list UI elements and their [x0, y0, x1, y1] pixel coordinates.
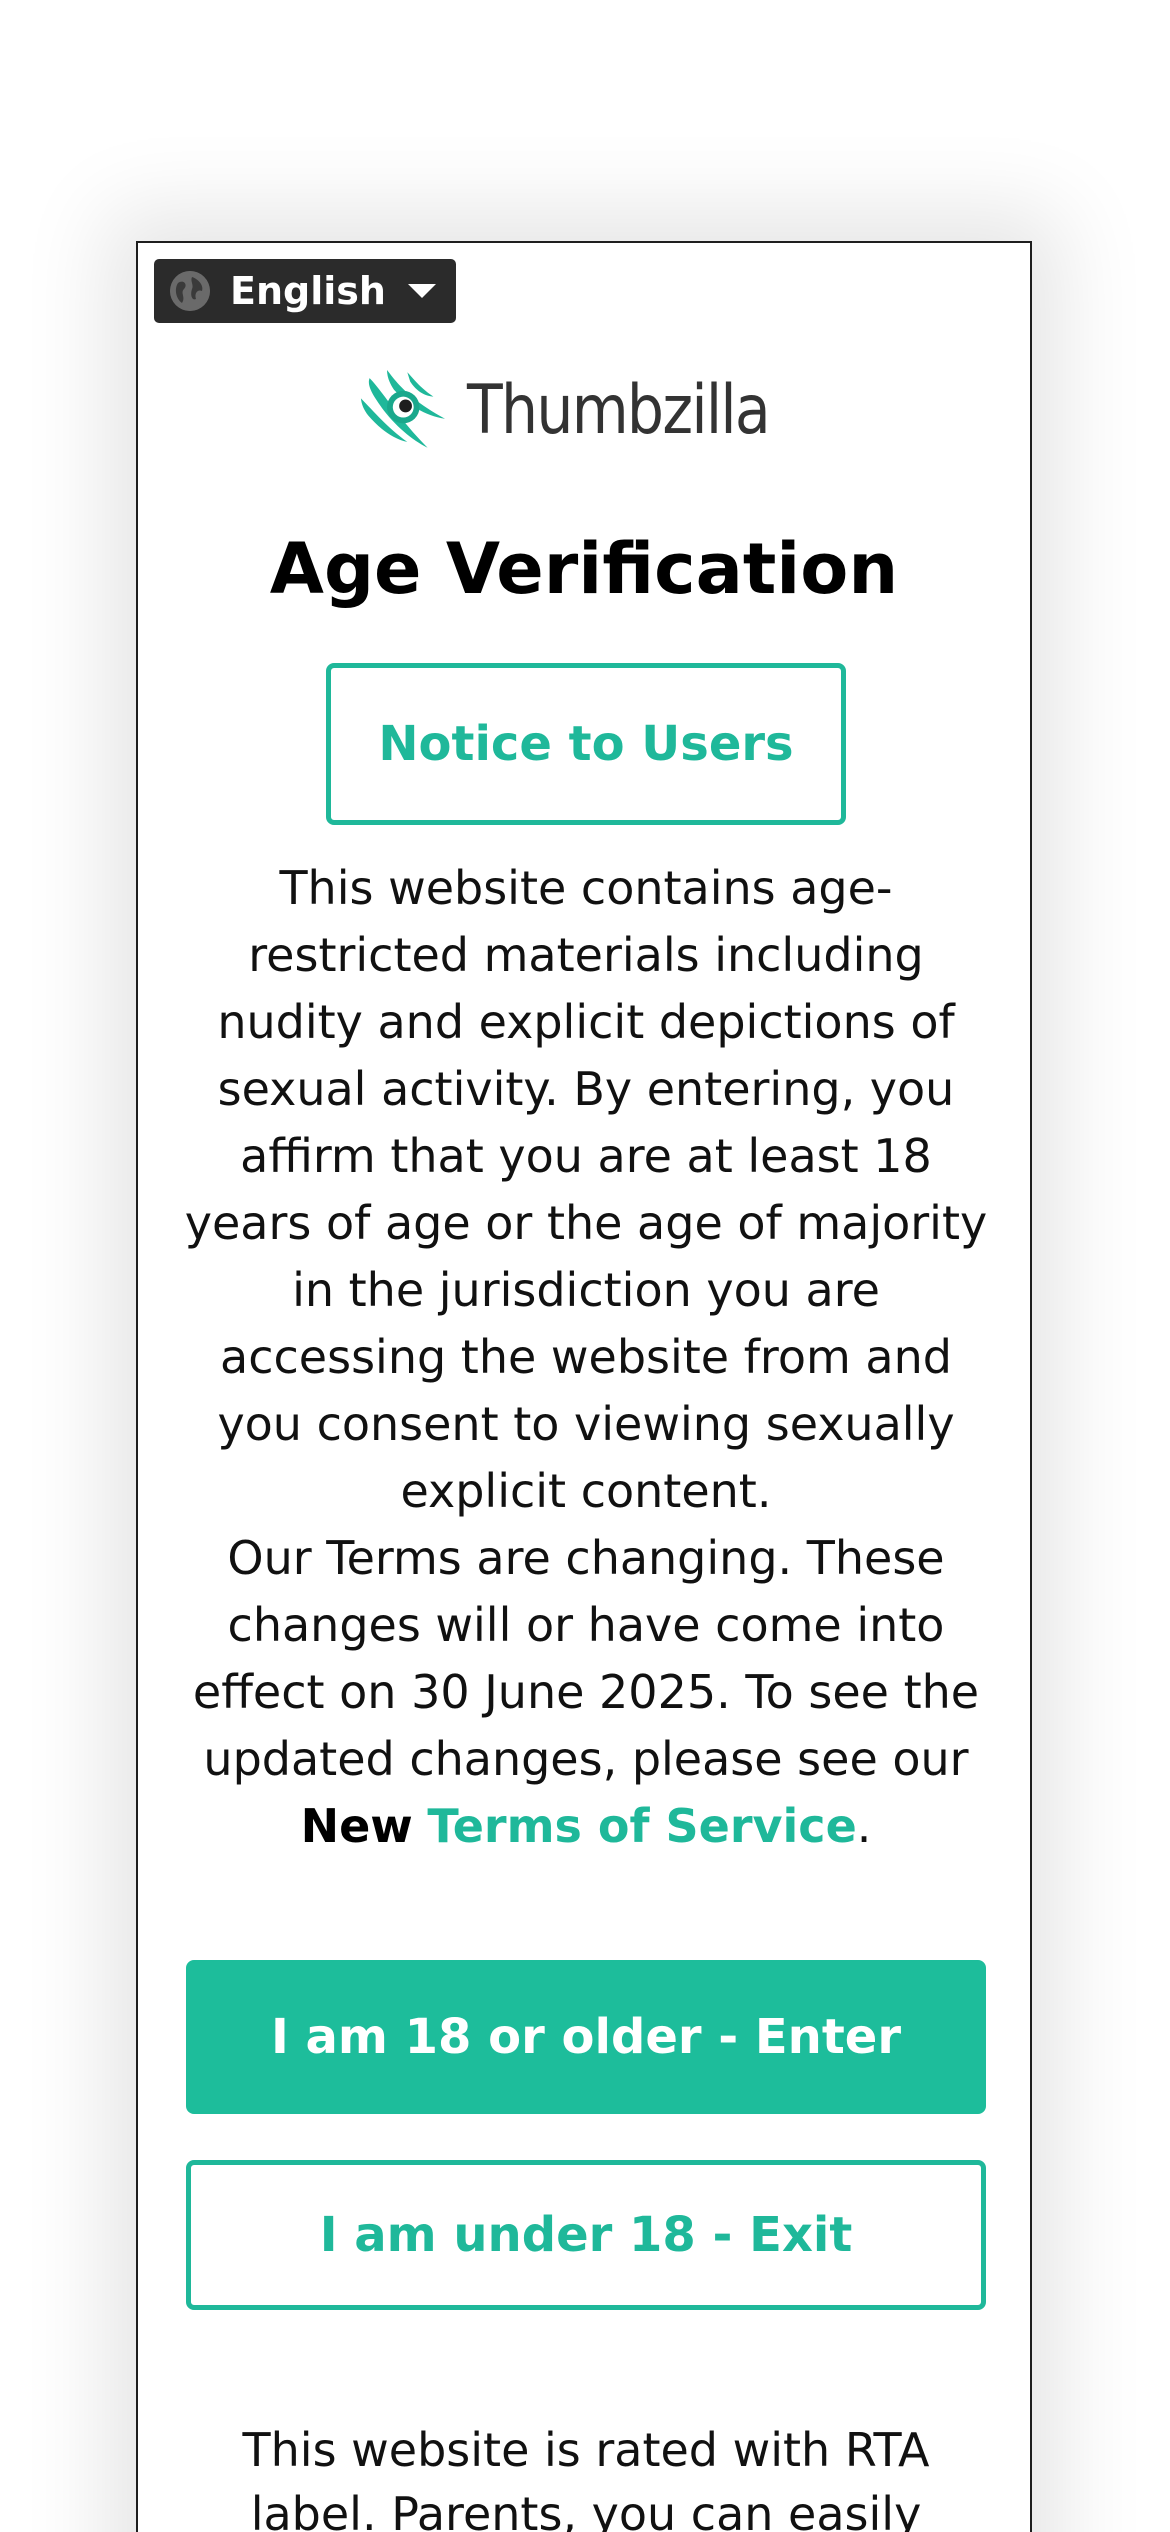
chevron-down-icon — [407, 284, 436, 298]
page-title: Age Verification — [269, 528, 899, 610]
age-notice-text: This website contains age-restricted mat… — [178, 855, 994, 1860]
age-verification-modal: English Thumbzilla Age Verification Noti… — [136, 241, 1032, 2532]
terms-paragraph: Our Terms are changing. These changes wi… — [178, 1525, 994, 1860]
notice-to-users-button[interactable]: Notice to Users — [326, 663, 846, 825]
logo-wordmark: Thumbzilla — [466, 370, 771, 450]
language-label: English — [230, 269, 386, 313]
new-label: New — [300, 1799, 413, 1853]
globe-icon — [170, 271, 210, 311]
thumbzilla-logo-icon — [360, 369, 446, 448]
terms-text: Our Terms are changing. These changes wi… — [192, 1531, 980, 1786]
terms-of-service-link[interactable]: Terms of Service — [427, 1799, 856, 1853]
enter-button[interactable]: I am 18 or older - Enter — [186, 1960, 986, 2114]
terms-period: . — [856, 1799, 872, 1853]
language-selector[interactable]: English — [154, 259, 456, 323]
site-logo[interactable]: Thumbzilla — [358, 335, 818, 485]
rta-notice-text: This website is rated with RTA label. Pa… — [242, 2423, 930, 2532]
notice-paragraph: This website contains age-restricted mat… — [184, 861, 988, 1518]
exit-button[interactable]: I am under 18 - Exit — [186, 2160, 986, 2310]
page: English Thumbzilla Age Verification Noti… — [0, 0, 1170, 2532]
